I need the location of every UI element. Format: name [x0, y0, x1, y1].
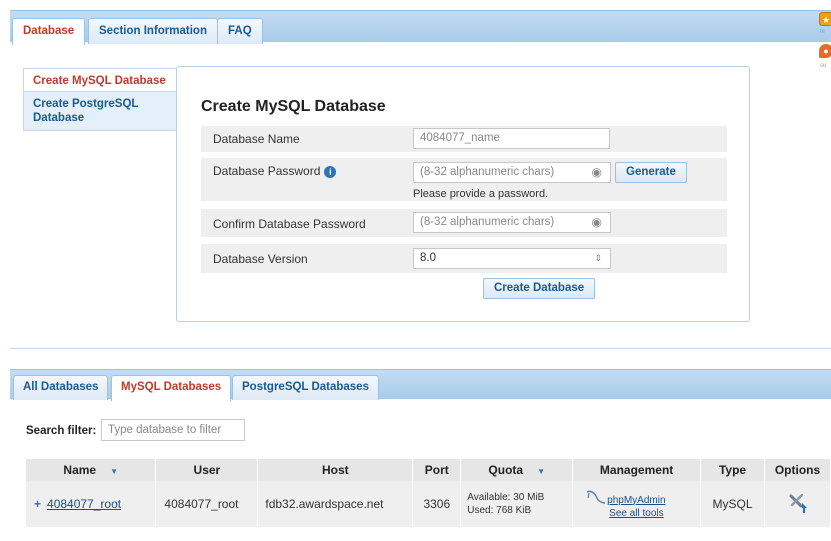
db-name-value: 4084077_name	[420, 132, 500, 144]
create-database-button[interactable]: Create Database	[483, 278, 596, 299]
phpmyadmin-link[interactable]: phpMyAdmin	[607, 495, 665, 506]
confirm-password-row: Confirm Database Password (8-32 alphanum…	[201, 209, 727, 237]
tab-faq[interactable]: FAQ	[217, 18, 263, 44]
feedback-label: fe	[820, 29, 826, 35]
col-name[interactable]: Name ▼	[26, 459, 157, 481]
feedback-star-icon[interactable]: ★	[819, 12, 831, 26]
db-password-placeholder: (8-32 alphanumeric chars)	[420, 166, 555, 178]
col-type: Type	[700, 459, 765, 481]
col-options: Options	[764, 459, 831, 481]
db-version-select[interactable]: 8.0 ⇕	[413, 248, 611, 269]
search-filter-input[interactable]: Type database to filter	[101, 419, 245, 441]
search-filter-label: Search filter:	[26, 425, 97, 437]
db-name-input[interactable]: 4084077_name	[413, 128, 610, 149]
expand-plus-icon[interactable]: +	[34, 497, 41, 511]
db-password-input[interactable]: (8-32 alphanumeric chars) ◉	[413, 162, 611, 183]
main-tab-bar: Database Section Information FAQ	[10, 10, 831, 45]
cell-quota: Available: 30 MiB Used: 768 KiB	[460, 481, 574, 527]
tab-database[interactable]: Database	[12, 18, 86, 45]
db-name-link[interactable]: 4084077_root	[47, 497, 121, 511]
tab-all-databases[interactable]: All Databases	[13, 375, 109, 400]
sidenav-create-postgresql[interactable]: Create PostgreSQL Database	[23, 92, 178, 131]
quota-available: Available: 30 MiB	[467, 492, 545, 503]
db-list-tab-bar: All Databases MySQL Databases PostgreSQL…	[10, 369, 831, 401]
confirm-password-input[interactable]: (8-32 alphanumeric chars) ◉	[413, 212, 611, 233]
db-name-label: Database Name	[213, 132, 300, 146]
table-header-row: Name ▼ User Host Port Quota ▼ Management T…	[26, 459, 831, 481]
col-port: Port	[412, 459, 462, 481]
see-all-tools-link[interactable]: See all tools	[609, 508, 663, 519]
generate-button[interactable]: Generate	[615, 162, 687, 183]
cell-port: 3306	[412, 481, 462, 527]
support-label: su	[820, 63, 827, 69]
password-hint: Please provide a password.	[413, 188, 549, 200]
col-quota[interactable]: Quota ▼	[460, 459, 574, 481]
search-filter-placeholder: Type database to filter	[108, 424, 222, 436]
create-db-sidenav: Create MySQL Database Create PostgreSQL …	[23, 68, 178, 131]
confirm-password-label: Confirm Database Password	[213, 217, 366, 231]
tab-mysql-databases[interactable]: MySQL Databases	[111, 375, 232, 401]
col-user: User	[155, 459, 259, 481]
db-password-label: Database Password	[213, 164, 321, 178]
support-chat-icon[interactable]: ●	[819, 44, 831, 58]
tools-options-icon[interactable]	[787, 492, 809, 514]
tab-postgresql-databases[interactable]: PostgreSQL Databases	[232, 375, 379, 400]
col-host: Host	[257, 459, 414, 481]
sidenav-create-mysql[interactable]: Create MySQL Database	[23, 68, 178, 92]
cell-host: fdb32.awardspace.net	[257, 481, 414, 527]
form-title: Create MySQL Database	[201, 98, 386, 115]
create-db-panel: Create MySQL Database Database Name 4084…	[176, 66, 750, 322]
confirm-password-placeholder: (8-32 alphanumeric chars)	[420, 216, 555, 228]
sort-down-icon: ▼	[537, 467, 545, 476]
databases-table: Name ▼ User Host Port Quota ▼ Management T…	[26, 459, 831, 527]
quota-used: Used: 768 KiB	[467, 505, 532, 516]
cell-user: 4084077_root	[155, 481, 259, 527]
table-row: +4084077_root 4084077_root fdb32.awardsp…	[26, 481, 831, 527]
select-arrows-icon: ⇕	[594, 253, 602, 263]
cell-type: MySQL	[700, 481, 765, 527]
db-version-value: 8.0	[420, 252, 436, 264]
section-divider	[10, 348, 831, 349]
phpmyadmin-dolphin-icon	[585, 489, 607, 507]
cell-options	[764, 481, 831, 527]
info-icon[interactable]: i	[324, 166, 337, 178]
tab-section-information[interactable]: Section Information	[88, 18, 218, 44]
show-password-eye-icon[interactable]: ◉	[592, 163, 602, 182]
db-password-row: Database Password i (8-32 alphanumeric ch…	[201, 158, 727, 201]
show-confirm-eye-icon[interactable]: ◉	[592, 213, 602, 232]
col-management: Management	[572, 459, 702, 481]
db-version-label: Database Version	[213, 252, 308, 266]
cell-management: phpMyAdmin See all tools	[572, 481, 702, 527]
sort-down-icon: ▼	[110, 467, 119, 476]
db-version-row: Database Version 8.0 ⇕	[201, 244, 727, 273]
db-name-row: Database Name 4084077_name	[201, 126, 727, 152]
